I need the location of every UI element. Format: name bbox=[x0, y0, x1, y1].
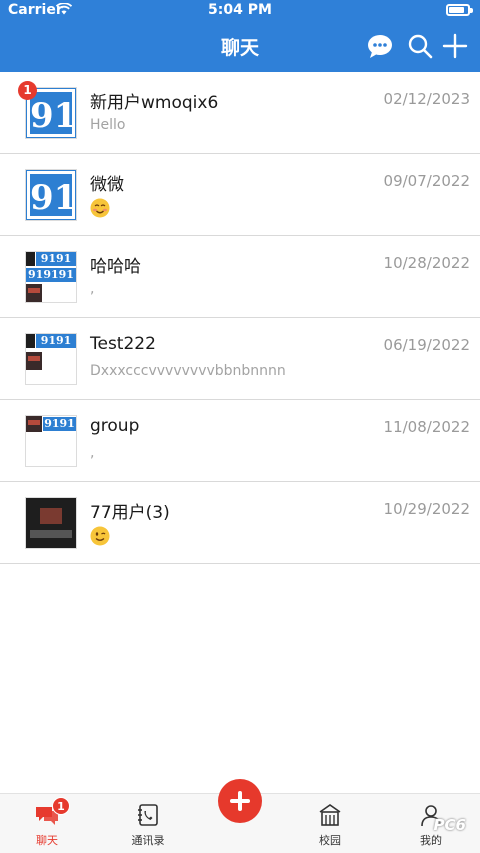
avatar: 9191 bbox=[25, 415, 77, 467]
chat-date: 06/19/2022 bbox=[383, 336, 470, 354]
avatar bbox=[25, 497, 77, 549]
watermark-logo: PC6 bbox=[433, 816, 466, 834]
chat-date: 09/07/2022 bbox=[383, 172, 470, 190]
chat-list: 91 1 新用户wmoqix6 02/12/2023 Hello 91 微微 0… bbox=[0, 72, 480, 564]
chat-date: 10/28/2022 bbox=[383, 254, 470, 272]
chat-row[interactable]: 9191 group 11/08/2022 , bbox=[0, 400, 480, 482]
search-icon[interactable] bbox=[406, 32, 434, 60]
blushing-smile-emoji bbox=[90, 198, 110, 218]
chat-row[interactable]: 9191 Test222 06/19/2022 Dxxxcccvvvvvvvvb… bbox=[0, 318, 480, 400]
chat-preview: Dxxxcccvvvvvvvvbbnbnnnn bbox=[90, 363, 286, 379]
91-logo: 9191 bbox=[36, 252, 76, 266]
tab-label: 我的 bbox=[420, 834, 442, 847]
chat-bubble-icon[interactable] bbox=[366, 32, 394, 60]
chat-name: group bbox=[90, 416, 140, 436]
center-add-button[interactable] bbox=[218, 779, 262, 823]
unread-badge: 1 bbox=[18, 81, 37, 100]
collage-photo bbox=[26, 252, 35, 266]
clock-time: 5:04 PM bbox=[208, 2, 272, 18]
tab-label: 聊天 bbox=[36, 834, 58, 847]
91-logo: 9191 bbox=[36, 334, 76, 348]
collage-photo bbox=[26, 334, 35, 348]
tab-campus[interactable]: 校园 bbox=[290, 802, 370, 850]
chat-name: Test222 bbox=[90, 334, 156, 354]
chat-date: 11/08/2022 bbox=[383, 418, 470, 436]
chat-row[interactable]: 77用户(3) 10/29/2022 bbox=[0, 482, 480, 564]
nav-bar: 聊天 bbox=[0, 20, 480, 72]
tab-label: 校园 bbox=[319, 834, 341, 847]
avatar: 9191 919191 bbox=[25, 251, 77, 303]
school-building-icon bbox=[319, 804, 341, 826]
chat-preview: , bbox=[90, 445, 95, 461]
tab-label: 通讯录 bbox=[131, 834, 165, 847]
91-logo: 91 bbox=[26, 170, 76, 220]
chat-row[interactable]: 9191 919191 哈哈哈 10/28/2022 , bbox=[0, 236, 480, 318]
battery-fill bbox=[449, 7, 464, 13]
tab-contacts[interactable]: 通讯录 bbox=[108, 802, 188, 850]
chat-row[interactable]: 91 1 新用户wmoqix6 02/12/2023 Hello bbox=[0, 72, 480, 154]
winking-smile-emoji bbox=[90, 526, 110, 546]
avatar-photo bbox=[26, 498, 76, 548]
contacts-book-icon bbox=[138, 804, 158, 826]
chat-name: 新用户wmoqix6 bbox=[90, 93, 219, 113]
avatar: 9191 bbox=[25, 333, 77, 385]
avatar: 91 bbox=[25, 169, 77, 221]
status-bar: Carrier 5:04 PM bbox=[0, 0, 480, 20]
91-logo: 9191 bbox=[43, 417, 76, 431]
collage-photo bbox=[26, 352, 42, 370]
chat-date: 10/29/2022 bbox=[383, 500, 470, 518]
chat-preview: Hello bbox=[90, 117, 126, 133]
tab-chat[interactable]: 1 聊天 bbox=[7, 797, 87, 850]
plus-icon[interactable] bbox=[441, 32, 469, 60]
91-logo: 919191 bbox=[26, 268, 76, 282]
chat-date: 02/12/2023 bbox=[383, 90, 470, 108]
battery-icon bbox=[446, 4, 473, 16]
chat-preview: , bbox=[90, 281, 95, 297]
chat-name: 微微 bbox=[90, 175, 124, 195]
chat-name: 哈哈哈 bbox=[90, 257, 141, 277]
collage-photo bbox=[26, 284, 42, 302]
collage-photo bbox=[26, 416, 42, 432]
chat-row[interactable]: 91 微微 09/07/2022 bbox=[0, 154, 480, 236]
chat-name: 77用户(3) bbox=[90, 503, 170, 523]
tab-unread-badge: 1 bbox=[52, 797, 70, 815]
